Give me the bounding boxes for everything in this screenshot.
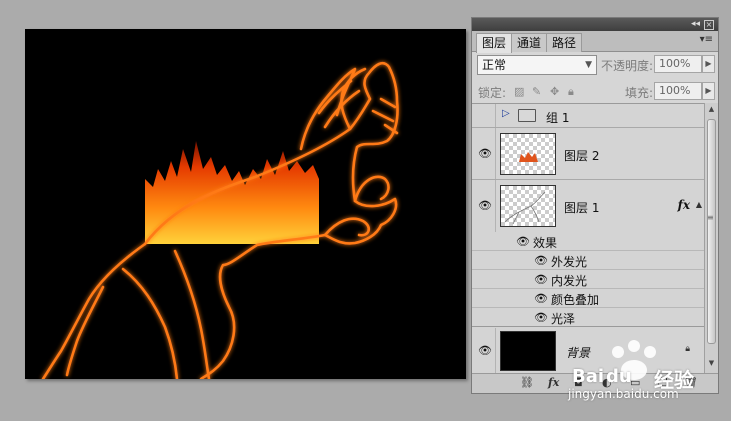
visibility-toggle[interactable]: 👁︎ xyxy=(472,180,496,232)
eye-icon: 👁︎ xyxy=(534,292,548,305)
layer-name[interactable]: 组 1 xyxy=(546,109,569,126)
eye-icon: 👁︎ xyxy=(478,199,492,212)
grip-icon: ≡ xyxy=(707,213,714,222)
expand-triangle-icon[interactable]: ▷ xyxy=(502,108,510,119)
folder-icon xyxy=(518,109,536,122)
eye-icon: 👁︎ xyxy=(534,273,548,286)
visibility-toggle[interactable]: 👁︎ xyxy=(472,128,496,179)
tab-paths[interactable]: 路径 xyxy=(546,33,583,52)
fx-icon[interactable]: fx xyxy=(678,198,690,212)
eye-icon: 👁︎ xyxy=(534,311,548,324)
layer-name[interactable]: 图层 1 xyxy=(564,199,599,216)
blend-mode-select[interactable]: 正常 ▼ xyxy=(477,55,597,75)
layer-thumbnail xyxy=(500,331,556,371)
lock-brush-icon[interactable]: ✎ xyxy=(532,85,541,98)
opacity-input[interactable]: 100% xyxy=(654,55,702,73)
layers-scrollbar[interactable]: ▲ ≡ ▼ xyxy=(704,103,718,373)
fire-thumbnail xyxy=(519,152,538,162)
close-icon[interactable]: × xyxy=(704,20,714,30)
document-canvas[interactable] xyxy=(25,29,466,379)
fill-input[interactable]: 100% xyxy=(654,82,702,100)
canvas-artwork xyxy=(41,61,399,379)
layer-thumbnail xyxy=(500,133,556,175)
visibility-toggle[interactable] xyxy=(472,104,496,127)
lock-move-icon[interactable]: ✥ xyxy=(550,85,559,98)
effects-header[interactable]: 👁︎ 效果 xyxy=(472,232,704,251)
eye-icon: 👁︎ xyxy=(534,254,548,267)
chevron-down-icon: ▼ xyxy=(585,60,592,70)
lock-transparent-icon[interactable]: ▨ xyxy=(514,85,524,98)
effect-name: 外发光 xyxy=(551,255,588,269)
eye-icon: 👁︎ xyxy=(516,235,530,248)
effect-item[interactable]: 👁︎ 光泽 xyxy=(472,308,704,327)
blend-mode-value: 正常 xyxy=(482,58,507,72)
tab-channels[interactable]: 通道 xyxy=(511,33,548,52)
panel-menu-icon[interactable]: ▾≡ xyxy=(700,34,713,45)
panel-tabs: 图层 通道 路径 ▾≡ xyxy=(472,31,718,53)
opacity-arrow-icon[interactable]: ▶ xyxy=(702,55,715,73)
opacity-label: 不透明度: xyxy=(601,59,654,73)
scrollbar-thumb[interactable] xyxy=(707,119,716,344)
watermark-brand2: du xyxy=(606,366,632,387)
effect-name: 光泽 xyxy=(551,312,576,326)
watermark-site: jingyan.baidu.com xyxy=(568,387,679,401)
layer-name[interactable]: 图层 2 xyxy=(564,147,599,164)
layer-row-layer2[interactable]: 👁︎ 图层 2 xyxy=(472,128,704,180)
effect-name: 内发光 xyxy=(551,274,588,288)
lock-all-icon[interactable]: 🔒︎ xyxy=(568,85,574,99)
effect-item[interactable]: 👁︎ 外发光 xyxy=(472,251,704,270)
collapse-effects-icon[interactable]: ▲ xyxy=(696,200,702,209)
visibility-toggle[interactable]: 👁︎ xyxy=(472,328,496,374)
effect-item[interactable]: 👁︎ 内发光 xyxy=(472,270,704,289)
tab-layers[interactable]: 图层 xyxy=(476,33,513,53)
layers-list: ▷ 组 1 👁︎ 图层 2 👁︎ 图层 1 fx ▲ 👁︎ 效果 👁︎ 外发光 … xyxy=(472,103,704,374)
effect-name: 颜色叠加 xyxy=(551,293,600,307)
layer-row-group[interactable]: ▷ 组 1 xyxy=(472,104,704,128)
eye-icon: 👁︎ xyxy=(478,147,492,160)
scroll-up-icon[interactable]: ▲ xyxy=(706,105,717,117)
effects-label: 效果 xyxy=(533,236,558,250)
effect-item[interactable]: 👁︎ 颜色叠加 xyxy=(472,289,704,308)
layers-panel: ◂◂ × 图层 通道 路径 ▾≡ 正常 ▼ 不透明度: 100% ▶ 锁定: ▨… xyxy=(471,17,719,394)
fx-icon[interactable]: fx xyxy=(548,376,559,389)
watermark-brand: Bai xyxy=(572,366,605,387)
link-icon[interactable]: ⛓︎ xyxy=(520,376,534,389)
layer-thumbnail xyxy=(500,185,556,227)
fill-label: 填充: xyxy=(625,86,654,100)
panel-titlebar: ◂◂ × xyxy=(472,18,718,31)
fire-flames xyxy=(145,141,319,244)
horse-thumbnail xyxy=(504,191,546,225)
eye-icon: 👁︎ xyxy=(478,344,492,357)
layer-row-layer1[interactable]: 👁︎ 图层 1 fx ▲ xyxy=(472,180,704,232)
lock-label: 锁定: xyxy=(478,86,507,100)
collapse-icon[interactable]: ◂◂ xyxy=(691,18,700,31)
fill-arrow-icon[interactable]: ▶ xyxy=(702,82,715,100)
